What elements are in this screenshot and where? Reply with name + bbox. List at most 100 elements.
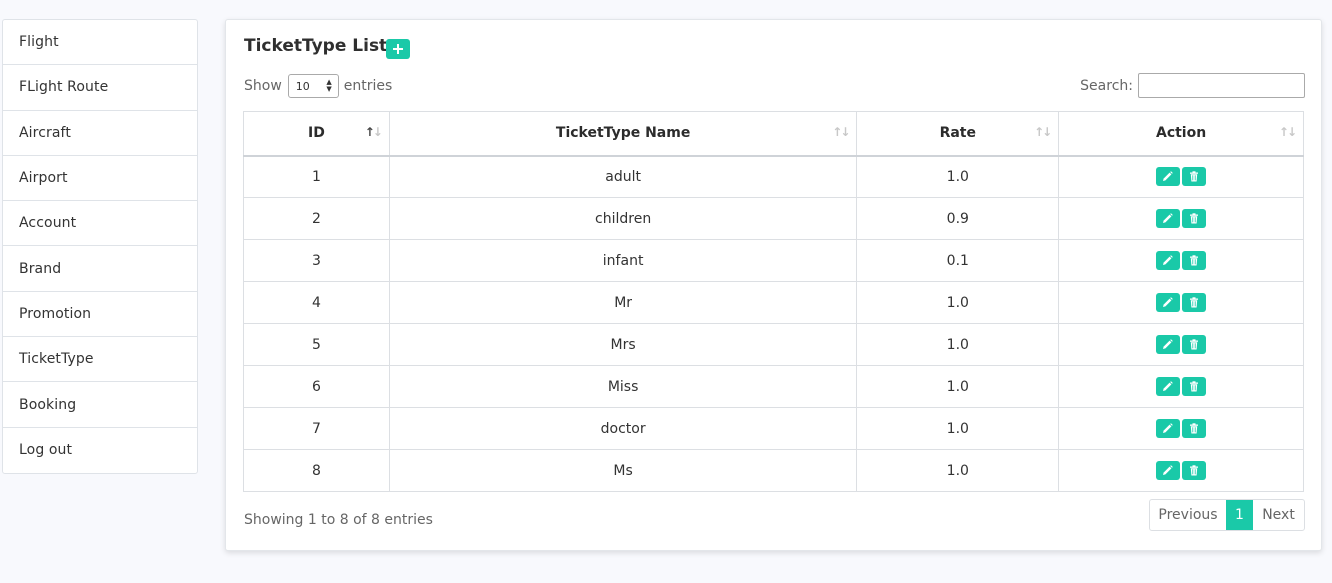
cell-action [1058,323,1304,366]
table-row: 7 doctor 1.0 [243,407,1304,450]
tickettype-table: ID ↑↓ TicketType Name ↑↓ Rate ↑↓ Action … [243,111,1304,492]
cell-rate: 1.0 [856,407,1060,450]
pencil-icon [1163,381,1173,391]
delete-button[interactable] [1182,377,1207,396]
search-input[interactable] [1138,73,1305,98]
delete-button[interactable] [1182,251,1207,270]
cell-name: children [388,197,858,240]
cell-action [1058,449,1304,492]
table-row: 6 Miss 1.0 [243,365,1304,408]
plus-icon [393,44,403,54]
cell-id: 4 [243,281,390,324]
cell-rate: 1.0 [856,155,1060,198]
edit-button[interactable] [1156,167,1181,187]
edit-button[interactable] [1156,293,1181,312]
cell-rate: 1.0 [856,323,1060,366]
pencil-icon [1163,423,1173,433]
table-row: 4 Mr 1.0 [243,281,1304,324]
entries-select[interactable]: 10 ▲ ▼ [287,74,339,98]
cell-id: 7 [243,407,390,450]
delete-button[interactable] [1182,293,1207,312]
entries-label: entries [343,78,393,94]
sidebar-item-promotion[interactable]: Promotion [3,292,197,338]
sidebar-item-flight[interactable]: Flight [3,20,197,66]
sort-arrows-icon: ↑↓ [1278,125,1297,139]
delete-button[interactable] [1182,419,1207,438]
pagination-page-1[interactable]: 1 [1226,500,1253,530]
length-control: Show 10 ▲ ▼ entries [244,74,392,98]
cell-id: 2 [243,197,390,240]
sidebar-item-brand[interactable]: Brand [3,246,197,292]
edit-button[interactable] [1156,377,1181,396]
sidebar-item-tickettype[interactable]: TicketType [3,337,197,383]
cell-name: Miss [388,365,858,408]
column-header-label: TicketType Name [555,125,691,142]
sidebar-item-logout[interactable]: Log out [3,428,197,473]
table-row: 2 children 0.9 [243,197,1304,240]
cell-name: doctor [388,407,858,450]
cell-name: Ms [388,449,858,492]
trash-icon [1190,339,1199,350]
sidebar-item-account[interactable]: Account [3,201,197,247]
show-label: Show [244,78,282,94]
cell-action [1058,197,1304,240]
column-header-name[interactable]: TicketType Name ↑↓ [388,111,858,157]
edit-button[interactable] [1156,419,1181,438]
trash-icon [1190,255,1199,266]
pagination-next[interactable]: Next [1253,500,1304,530]
sidebar-item-aircraft[interactable]: Aircraft [3,111,197,156]
cell-action [1058,155,1304,198]
edit-button[interactable] [1156,335,1181,354]
cell-rate: 1.0 [856,365,1060,408]
column-header-id[interactable]: ID ↑↓ [243,111,390,157]
edit-button[interactable] [1156,251,1181,270]
pencil-icon [1163,465,1173,475]
sidebar-item-airport[interactable]: Airport [3,156,197,202]
table-row: 1 adult 1.0 [243,155,1304,198]
cell-action [1058,407,1304,450]
pencil-icon [1163,171,1173,182]
delete-button[interactable] [1182,209,1207,228]
delete-button[interactable] [1182,167,1207,187]
cell-id: 3 [243,239,390,282]
table-info: Showing 1 to 8 of 8 entries [244,512,433,528]
cell-name: adult [388,155,858,198]
sidebar-item-booking[interactable]: Booking [3,382,197,428]
delete-button[interactable] [1182,335,1207,354]
cell-action [1058,239,1304,282]
cell-id: 1 [243,155,390,198]
pencil-icon [1163,297,1173,307]
column-header-rate[interactable]: Rate ↑↓ [856,111,1060,157]
column-header-action[interactable]: Action ↑↓ [1058,111,1304,157]
column-header-label: ID [308,125,325,142]
sidebar: Flight FLight Route Aircraft Airport Acc… [2,19,198,474]
cell-name: infant [388,239,858,282]
cell-name: Mr [388,281,858,324]
cell-id: 5 [243,323,390,366]
sort-arrows-icon: ↑↓ [1034,125,1052,139]
cell-action [1058,281,1304,324]
cell-rate: 1.0 [856,449,1060,492]
pagination: Previous 1 Next [1149,499,1305,531]
sort-ascending-icon: ↑↓ [364,125,383,139]
cell-id: 6 [243,365,390,408]
add-tickettype-button[interactable] [386,39,410,59]
cell-name: Mrs [388,323,858,366]
cell-rate: 0.9 [856,197,1060,240]
sidebar-item-flight-route[interactable]: FLight Route [3,65,197,111]
delete-button[interactable] [1182,461,1207,480]
table-row: 5 Mrs 1.0 [243,323,1304,366]
cell-id: 8 [243,449,390,492]
trash-icon [1190,465,1199,476]
page-title: TicketType List [244,36,388,56]
tickettype-card: TicketType List Show 10 ▲ ▼ entries Searc… [225,19,1322,551]
cell-action [1058,365,1304,408]
trash-icon [1190,297,1199,308]
table-header-row: ID ↑↓ TicketType Name ↑↓ Rate ↑↓ Action … [243,111,1304,157]
edit-button[interactable] [1156,209,1181,228]
trash-icon [1190,213,1199,224]
sort-arrows-icon: ↑↓ [832,125,850,139]
pagination-previous[interactable]: Previous [1150,500,1226,530]
cell-rate: 1.0 [856,281,1060,324]
edit-button[interactable] [1156,461,1181,480]
